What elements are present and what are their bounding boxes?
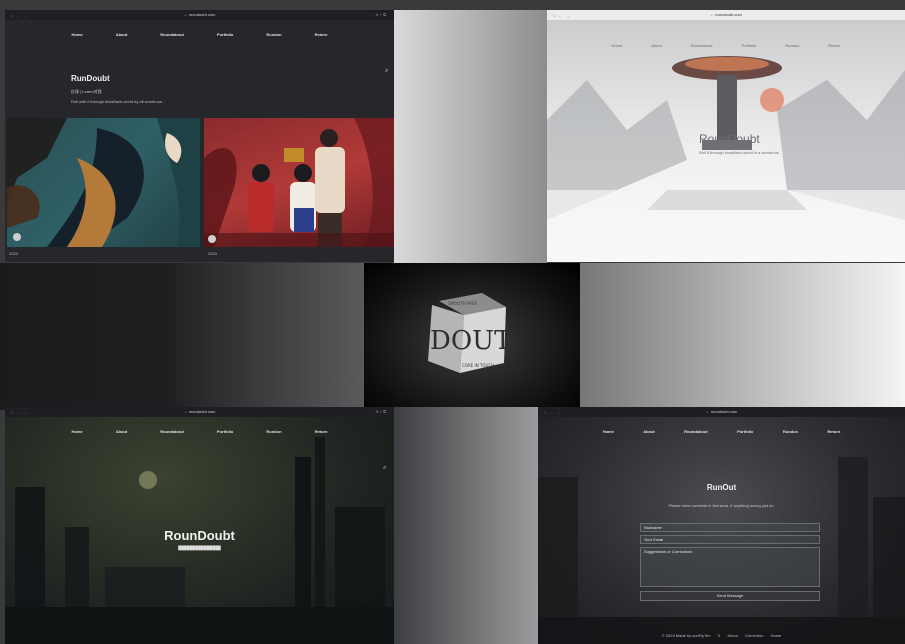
- logo-cube-icon: SMOOTH PASS DOUT CORE IN TOUCH: [428, 293, 512, 373]
- browser-toolbar: □ ← → ← roundoubt.com: [538, 407, 905, 417]
- contact-title: RunOut: [706, 483, 737, 492]
- nav-home[interactable]: Home: [72, 429, 83, 434]
- artwork-illustration: [204, 118, 394, 247]
- browser-toolbar: □ ← → ← roundoubt.com ⊕ + ⧉: [5, 10, 394, 20]
- gradient-panel-right: [580, 263, 905, 410]
- tab-controls[interactable]: ⊕ + ⧉: [375, 409, 386, 414]
- nav-about[interactable]: About: [643, 429, 655, 434]
- page-description: Roll with it through blowBack-world by a…: [71, 99, 166, 104]
- footer-x-link[interactable]: X: [718, 633, 721, 638]
- site-nav: Home About Roundabout Portfolio Rundun R…: [538, 429, 905, 434]
- search-icon[interactable]: ⌕: [383, 465, 386, 472]
- nav-home[interactable]: Home: [72, 32, 83, 37]
- browser-window-landing-dark: □ ← → ← roundoubt.com ⊕ + ⧉ Home About R…: [5, 407, 394, 644]
- nav-about[interactable]: About: [116, 429, 128, 434]
- artwork-caption: 2023: [208, 251, 217, 256]
- contact-hint: Please enter contents in text area. If a…: [668, 503, 775, 508]
- nav-roundabout[interactable]: Roundabout: [684, 429, 708, 434]
- nav-roundabout[interactable]: Roundabout: [691, 43, 713, 48]
- site-nav: Home About Roundabout Portfolio Rundun R…: [5, 32, 394, 37]
- browser-window-contact: □ ← → ← roundoubt.com Home About Roundab…: [538, 407, 905, 644]
- nav-portfolio[interactable]: Portfolio: [217, 429, 233, 434]
- nav-home[interactable]: Home: [603, 429, 614, 434]
- gradient-panel-bottom: [394, 407, 538, 644]
- browser-toolbar: □ ← → ← roundoubt.com ⊕ + ⧉: [5, 407, 394, 417]
- nav-portfolio[interactable]: Portfolio: [737, 429, 753, 434]
- cube-top-text: SMOOTH PASS: [448, 301, 477, 306]
- tag-badge: 红球 | Lorem对我: [71, 89, 102, 94]
- browser-window-landing-light: □ ← → ← roundoubt.com Home About Roundab…: [547, 10, 905, 262]
- logo-cube-panel: SMOOTH PASS DOUT CORE IN TOUCH: [364, 263, 580, 407]
- address-bar[interactable]: ← roundoubt.com: [547, 12, 905, 17]
- site-footer: © 2024 Made by sunFlyTen X About Correct…: [538, 633, 905, 638]
- message-textarea[interactable]: Suggestions or Corrections: [640, 547, 820, 587]
- nav-return[interactable]: Return: [315, 32, 328, 37]
- footer-home-link[interactable]: Home: [771, 633, 782, 638]
- browser-window-portfolio: □ ← → ← roundoubt.com ⊕ + ⧉ Home About R…: [5, 10, 394, 262]
- nav-portfolio[interactable]: Portfolio: [742, 43, 757, 48]
- nav-return[interactable]: Return: [827, 429, 840, 434]
- nav-rundun[interactable]: Rundun: [785, 43, 799, 48]
- nav-return[interactable]: Return: [315, 429, 328, 434]
- hero-title: RounDoubt: [164, 528, 235, 543]
- footer-copyright: © 2024 Made by sunFlyTen: [661, 633, 711, 638]
- site-nav: Home About Roundabout Portfolio Rundun R…: [5, 429, 394, 434]
- cube-letters: DOUT: [430, 326, 512, 356]
- nav-return[interactable]: Return: [828, 43, 840, 48]
- footer-about-link[interactable]: About: [727, 633, 737, 638]
- hero-subtitle: ███████████████: [178, 545, 221, 550]
- address-bar[interactable]: ← roundoubt.com: [538, 409, 905, 414]
- gradient-panel-top: [394, 10, 547, 264]
- email-input[interactable]: Your Email: [640, 535, 820, 544]
- artwork-card-girl[interactable]: [7, 118, 200, 247]
- page-title: RunDoubt: [71, 74, 110, 83]
- nav-rundun[interactable]: Rundun: [783, 429, 798, 434]
- search-icon[interactable]: ⌕: [385, 68, 388, 75]
- nav-roundabout[interactable]: Roundabout: [160, 32, 184, 37]
- nav-home[interactable]: Home: [612, 43, 623, 48]
- browser-toolbar: □ ← → ← roundoubt.com: [547, 10, 905, 20]
- send-message-button[interactable]: Send Message: [640, 591, 820, 601]
- cube-bottom-text: CORE IN TOUCH: [462, 363, 494, 368]
- artwork-caption: 2024: [9, 251, 18, 256]
- footer-correction-link[interactable]: Correction: [745, 633, 763, 638]
- gradient-panel-left: [0, 263, 364, 410]
- nav-rundun[interactable]: Rundun: [266, 429, 281, 434]
- site-nav: Home About Roundabout Portfolio Rundun R…: [547, 43, 905, 48]
- tab-controls[interactable]: ⊕ + ⧉: [375, 12, 386, 17]
- artwork-card-students[interactable]: [204, 118, 394, 247]
- nav-portfolio[interactable]: Portfolio: [217, 32, 233, 37]
- hero-subtitle: Roll it through blowBack-world in a wond…: [699, 150, 779, 155]
- nav-about[interactable]: About: [651, 43, 661, 48]
- nickname-input[interactable]: Nickname: [640, 523, 820, 532]
- nav-about[interactable]: About: [116, 32, 128, 37]
- address-bar[interactable]: ← roundoubt.com: [5, 12, 394, 17]
- address-bar[interactable]: ← roundoubt.com: [5, 409, 394, 414]
- artwork-illustration: [7, 118, 200, 247]
- nav-roundabout[interactable]: Roundabout: [160, 429, 184, 434]
- hero-title: RounDoubt: [699, 132, 760, 146]
- nav-rundun[interactable]: Rundun: [266, 32, 281, 37]
